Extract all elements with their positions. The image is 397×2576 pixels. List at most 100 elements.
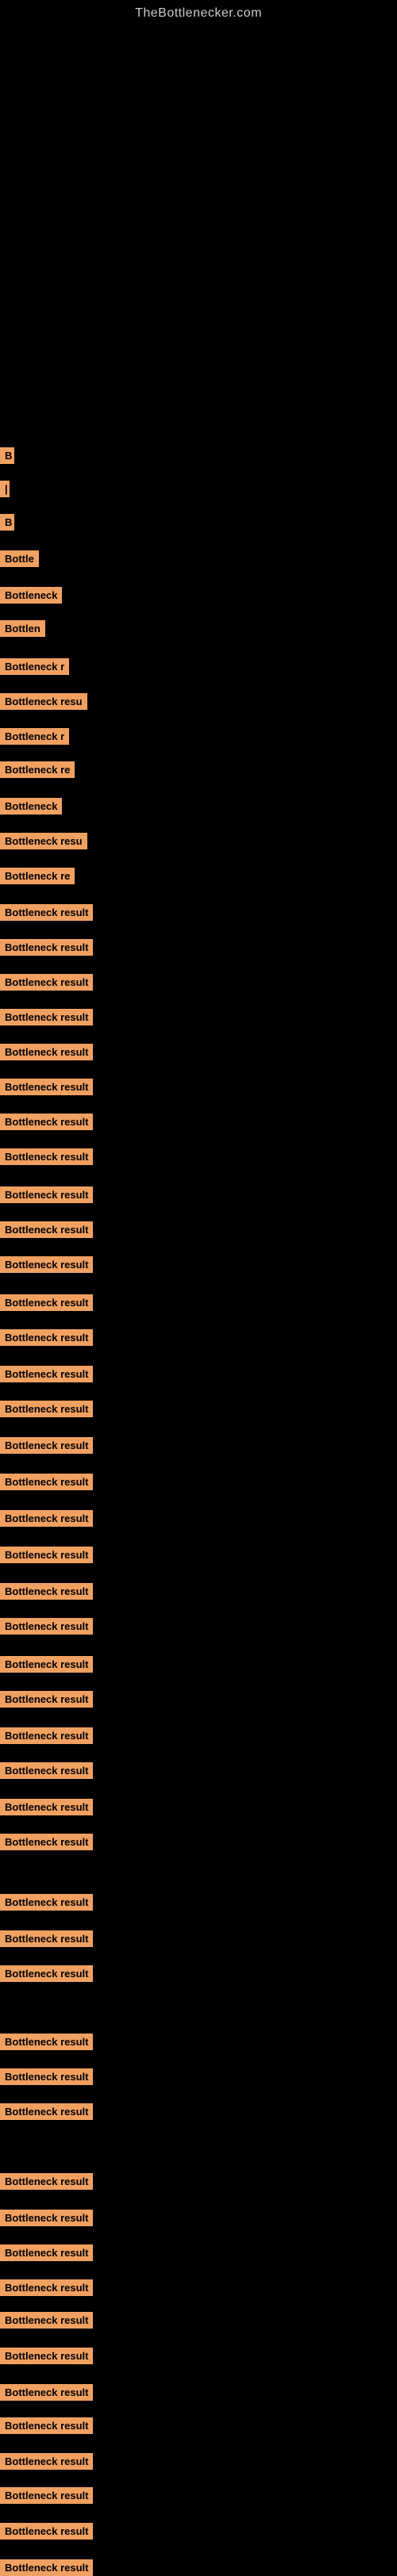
bottleneck-label: Bottleneck result [0,1583,93,1600]
bottleneck-label: Bottleneck result [0,2244,93,2261]
bottleneck-item: Bottleneck result [0,1894,93,1911]
bottleneck-item: Bottleneck r [0,728,69,745]
bottleneck-item: Bottleneck result [0,1583,93,1600]
bottleneck-item: Bottleneck result [0,1656,93,1673]
bottleneck-label: Bottleneck result [0,1114,93,1130]
bottleneck-label: Bottleneck result [0,2103,93,2120]
bottleneck-item: Bottlen [0,620,45,637]
bottleneck-item: Bottleneck result [0,1799,93,1815]
bottleneck-label: Bottleneck result [0,1148,93,1165]
bottleneck-item: Bottleneck result [0,1044,93,1060]
bottleneck-item: Bottleneck [0,798,62,815]
bottleneck-item: Bottleneck result [0,1148,93,1165]
bottleneck-item: Bottleneck result [0,2279,93,2296]
bottleneck-label: Bottleneck result [0,2523,93,2540]
bottleneck-label: Bottleneck result [0,2279,93,2296]
bottleneck-label: Bottleneck result [0,1834,93,1850]
bottleneck-item: Bottleneck result [0,1079,93,1095]
bottleneck-label: B [0,447,14,464]
bottleneck-item: Bottle [0,550,39,567]
bottleneck-item: Bottleneck result [0,1834,93,1850]
bottleneck-item: Bottleneck result [0,1762,93,1779]
bottleneck-label: Bottleneck result [0,1930,93,1947]
bottleneck-label: Bottleneck resu [0,693,87,710]
bottleneck-label: Bottleneck result [0,974,93,991]
bottleneck-label: Bottleneck result [0,2453,93,2470]
bottleneck-label: Bottleneck result [0,1618,93,1635]
bottleneck-item: Bottleneck result [0,1547,93,1563]
bottleneck-item: Bottleneck result [0,1366,93,1382]
bottleneck-item: B [0,447,14,464]
bottleneck-item: Bottleneck re [0,761,75,778]
bottleneck-label: Bottleneck result [0,1221,93,1238]
bottleneck-label: | [0,481,10,497]
bottleneck-label: Bottleneck re [0,761,75,778]
bottleneck-item: Bottleneck result [0,904,93,921]
bottleneck-label: Bottleneck r [0,728,69,745]
bottleneck-item: Bottleneck result [0,939,93,956]
bottleneck-item: Bottleneck result [0,1691,93,1708]
bottleneck-item: Bottleneck result [0,2173,93,2190]
bottleneck-item: Bottleneck result [0,2348,93,2364]
bottleneck-item: Bottleneck result [0,1727,93,1744]
bottleneck-item: Bottleneck result [0,1221,93,1238]
bottleneck-item: Bottleneck [0,587,62,604]
bottleneck-item: Bottleneck result [0,2244,93,2261]
bottleneck-label: Bottleneck result [0,1762,93,1779]
bottleneck-item: Bottleneck result [0,2384,93,2401]
bottleneck-item: Bottleneck result [0,974,93,991]
bottleneck-label: Bottleneck r [0,658,69,675]
bottleneck-label: Bottleneck result [0,1799,93,1815]
bottleneck-label: Bottleneck resu [0,833,87,849]
bottleneck-item: Bottleneck result [0,1009,93,1025]
bottleneck-label: Bottleneck result [0,1965,93,1982]
bottleneck-label: Bottleneck [0,587,62,604]
bottleneck-label: Bottleneck result [0,939,93,956]
bottleneck-label: Bottlen [0,620,45,637]
bottleneck-label: Bottleneck result [0,1547,93,1563]
bottleneck-item: Bottleneck result [0,2312,93,2329]
bottleneck-label: Bottleneck result [0,2034,93,2050]
bottleneck-label: Bottleneck result [0,904,93,921]
bottleneck-item: Bottleneck result [0,2523,93,2540]
bottleneck-label: Bottleneck result [0,1009,93,1025]
bottleneck-label: Bottleneck result [0,2384,93,2401]
bottleneck-label: Bottleneck result [0,1401,93,1417]
bottleneck-label: Bottleneck result [0,1329,93,1346]
bottleneck-item: Bottleneck resu [0,833,87,849]
bottleneck-item: Bottleneck result [0,1510,93,1527]
bottleneck-label: Bottleneck result [0,2312,93,2329]
bottleneck-item: Bottleneck result [0,2068,93,2085]
bottleneck-item: Bottleneck result [0,2453,93,2470]
bottleneck-item: Bottleneck result [0,1474,93,1490]
bottleneck-item: Bottleneck result [0,1618,93,1635]
bottleneck-item: Bottleneck result [0,2417,93,2434]
bottleneck-item: Bottleneck result [0,2559,93,2576]
bottleneck-label: Bottleneck result [0,2559,93,2576]
bottleneck-label: Bottleneck result [0,1691,93,1708]
bottleneck-item: Bottleneck result [0,1256,93,1273]
bottleneck-label: Bottleneck re [0,868,75,884]
bottleneck-label: Bottleneck result [0,1256,93,1273]
bottleneck-label: B [0,514,14,531]
bottleneck-label: Bottleneck result [0,2487,93,2504]
bottleneck-item: Bottleneck r [0,658,69,675]
bottleneck-item: Bottleneck resu [0,693,87,710]
bottleneck-item: Bottleneck result [0,1437,93,1454]
bottleneck-label: Bottleneck result [0,2068,93,2085]
bottleneck-item: Bottleneck result [0,1294,93,1311]
bottleneck-item: Bottleneck result [0,1186,93,1203]
bottleneck-label: Bottleneck result [0,1656,93,1673]
bottleneck-item: Bottleneck result [0,2210,93,2226]
bottleneck-item: Bottleneck result [0,1930,93,1947]
bottleneck-label: Bottleneck result [0,1474,93,1490]
bottleneck-label: Bottleneck result [0,1437,93,1454]
bottleneck-label: Bottleneck result [0,2348,93,2364]
bottleneck-item: Bottleneck result [0,2103,93,2120]
bottleneck-label: Bottleneck result [0,1366,93,1382]
bottleneck-item: Bottleneck re [0,868,75,884]
bottleneck-label: Bottleneck result [0,1044,93,1060]
bottleneck-label: Bottleneck result [0,1294,93,1311]
bottleneck-item: Bottleneck result [0,1114,93,1130]
bottleneck-label: Bottle [0,550,39,567]
